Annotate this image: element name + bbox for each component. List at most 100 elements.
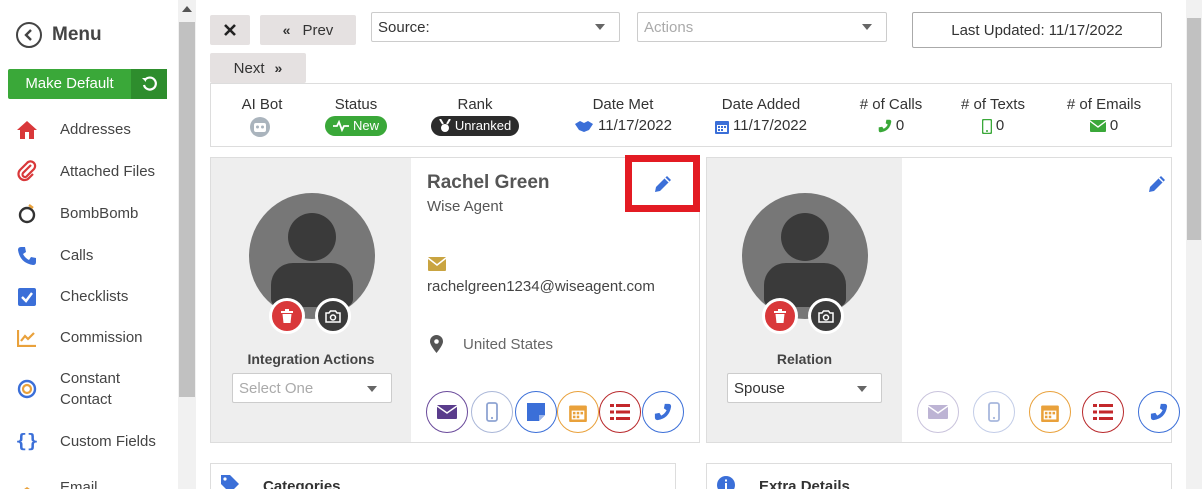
- sidebar-item-label: Constant: [60, 370, 121, 387]
- integration-actions-select[interactable]: Select One: [232, 373, 392, 403]
- categories-section[interactable]: Categories: [210, 463, 676, 489]
- paperclip-icon: [0, 160, 60, 182]
- rank-badge[interactable]: Unranked: [430, 116, 520, 136]
- envelope-icon: [437, 405, 457, 419]
- relation-value: Spouse: [734, 379, 785, 397]
- mobile-icon: [988, 402, 1000, 422]
- main-scrollbar[interactable]: [1186, 0, 1202, 489]
- tasks-action-button[interactable]: [1082, 391, 1124, 433]
- phone-icon: [654, 403, 672, 421]
- actions-select[interactable]: Actions: [637, 12, 887, 42]
- sidebar-item-label: Checklists: [60, 288, 129, 305]
- sidebar-item-constant-contact[interactable]: Constant Contact: [0, 368, 178, 410]
- contact-company: Wise Agent: [427, 198, 503, 215]
- stat-label: # of Calls: [859, 96, 923, 113]
- stat-calls: # of Calls 0: [851, 96, 931, 136]
- sidebar-item-email[interactable]: Email: [0, 471, 178, 489]
- list-icon: [610, 404, 630, 420]
- envelope-icon: [1089, 120, 1106, 132]
- delete-photo-button[interactable]: [269, 298, 305, 334]
- extra-details-title: Extra Details: [759, 478, 850, 489]
- make-default-button[interactable]: Make Default: [8, 69, 167, 99]
- note-action-button[interactable]: [515, 391, 557, 433]
- date-added-value: 11/17/2022: [733, 117, 807, 134]
- chevron-down-icon: [857, 386, 867, 392]
- stat-label: Date Met: [592, 96, 654, 113]
- contact-name: Rachel Green: [427, 172, 550, 193]
- integration-placeholder: Select One: [239, 379, 314, 397]
- close-button[interactable]: [210, 15, 250, 45]
- tasks-action-button[interactable]: [599, 391, 641, 433]
- make-default-label: Make Default: [25, 75, 114, 92]
- email-action-button[interactable]: [917, 391, 959, 433]
- text-action-button[interactable]: [973, 391, 1015, 433]
- next-label: Next: [233, 59, 265, 77]
- rank-value: Unranked: [454, 118, 512, 133]
- camera-icon: [325, 309, 341, 323]
- status-badge[interactable]: New: [324, 116, 387, 136]
- sidebar-item-commission[interactable]: Commission: [0, 327, 178, 348]
- sidebar-item-attached-files[interactable]: Attached Files: [0, 160, 178, 182]
- relation-avatar-panel: Relation Spouse: [707, 158, 902, 442]
- integration-actions-label: Integration Actions: [247, 351, 375, 367]
- menu-toggle[interactable]: Menu: [16, 22, 102, 48]
- chevron-down-icon: [862, 24, 872, 30]
- relation-select[interactable]: Spouse: [727, 373, 882, 403]
- handshake-icon: [575, 121, 594, 132]
- calendar-icon: [715, 120, 730, 134]
- call-action-button[interactable]: [1138, 391, 1180, 433]
- sidebar-item-addresses[interactable]: Addresses: [0, 119, 178, 140]
- stat-label: Date Added: [721, 96, 801, 113]
- trash-icon: [281, 309, 293, 323]
- close-icon: [224, 24, 236, 36]
- last-updated-button[interactable]: Last Updated: 11/17/2022: [912, 12, 1162, 48]
- relation-label: Relation: [776, 351, 833, 367]
- stat-ai-bot: AI Bot: [231, 96, 293, 138]
- sidebar-item-bombbomb[interactable]: BombBomb: [0, 202, 178, 224]
- text-action-button[interactable]: [471, 391, 513, 433]
- edit-relation-button[interactable]: [1147, 174, 1167, 199]
- source-label: Source:: [378, 18, 430, 36]
- sidebar-item-calls[interactable]: Calls: [0, 245, 178, 266]
- contact-location: United States: [463, 336, 554, 353]
- trash-icon: [774, 309, 786, 323]
- envelope-icon: [928, 405, 948, 419]
- contact-email[interactable]: rachelgreen1234@wiseagent.com: [427, 278, 655, 295]
- extra-details-section[interactable]: Extra Details: [706, 463, 1172, 489]
- edit-contact-button[interactable]: [632, 162, 693, 205]
- sidebar-scrollbar[interactable]: [178, 0, 196, 489]
- next-button[interactable]: Next »: [210, 53, 306, 83]
- checkbox-icon: [0, 287, 60, 306]
- scroll-up-icon[interactable]: [182, 6, 192, 12]
- calendar-action-button[interactable]: [557, 391, 599, 433]
- menu-label: Menu: [52, 24, 102, 45]
- scrollbar-thumb[interactable]: [179, 22, 195, 397]
- robot-icon[interactable]: [231, 116, 293, 138]
- contact-card: Integration Actions Select One Rachel Gr…: [210, 155, 700, 443]
- upload-photo-button[interactable]: [808, 298, 844, 334]
- sidebar-item-label: BombBomb: [60, 204, 139, 222]
- sidebar-item-checklists[interactable]: Checklists: [0, 286, 178, 307]
- bombbomb-icon: [0, 202, 60, 224]
- prev-label: Prev: [302, 21, 334, 39]
- sidebar-item-custom-fields[interactable]: {} Custom Fields: [0, 430, 178, 452]
- date-met-value: 11/17/2022: [598, 117, 672, 134]
- upload-photo-button[interactable]: [315, 298, 351, 334]
- chevron-down-icon: [595, 24, 605, 30]
- pencil-icon: [1149, 176, 1165, 192]
- prev-button[interactable]: « Prev: [260, 15, 356, 45]
- stat-label: # of Emails: [1066, 96, 1142, 113]
- envelope-icon: [428, 257, 446, 271]
- sidebar-item-label-2: Contact: [60, 391, 112, 408]
- delete-photo-button[interactable]: [762, 298, 798, 334]
- stat-rank: Rank Unranked: [425, 96, 525, 136]
- sidebar-item-label: Attached Files: [60, 162, 156, 180]
- contact-avatar-panel: Integration Actions Select One: [211, 158, 411, 442]
- scrollbar-thumb[interactable]: [1187, 18, 1201, 240]
- pencil-icon: [654, 175, 671, 192]
- call-action-button[interactable]: [642, 391, 684, 433]
- source-select[interactable]: Source:: [371, 12, 620, 42]
- stat-label: AI Bot: [241, 96, 283, 113]
- calendar-action-button[interactable]: [1029, 391, 1071, 433]
- email-action-button[interactable]: [426, 391, 468, 433]
